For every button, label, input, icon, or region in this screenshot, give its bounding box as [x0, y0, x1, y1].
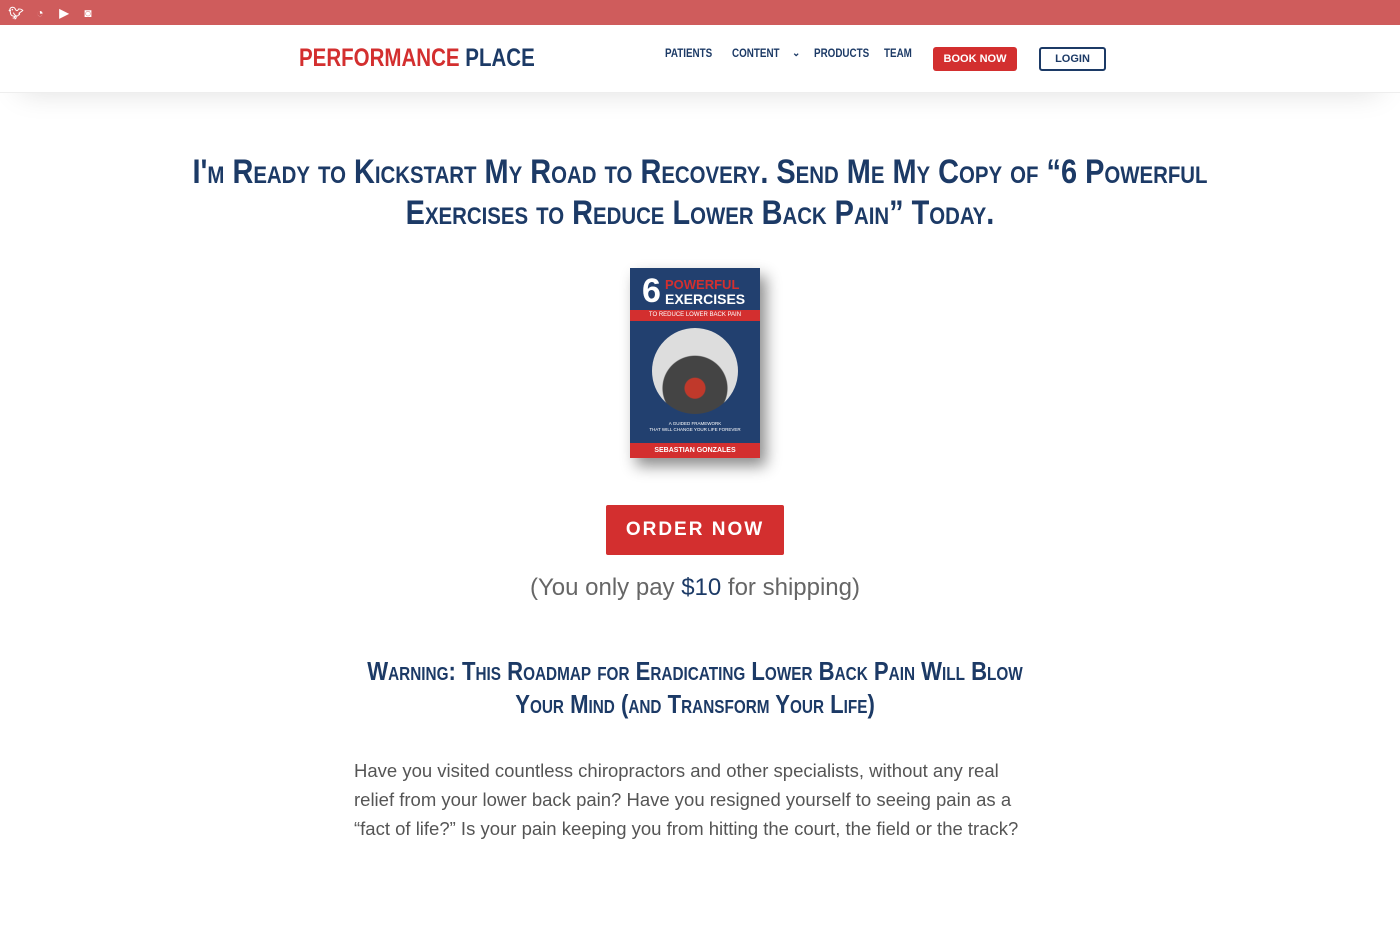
page-title: I'm Ready to Kickstart My Road to Recove…	[192, 153, 1208, 232]
nav-products[interactable]: PRODUCTS	[814, 46, 871, 60]
instagram-icon[interactable]: ◙	[81, 6, 95, 20]
social-bar: 🐦︎ ◔ ▶ ◙	[0, 0, 1400, 25]
site-header: PERFORMANCE PLACE PATIENTS CONTENT ⌄ PRO…	[0, 25, 1400, 93]
book-author: SEBASTIAN GONZALES	[630, 443, 760, 458]
book-now-button[interactable]: BOOK NOW	[933, 47, 1017, 71]
order-now-button[interactable]: ORDER NOW	[606, 505, 784, 555]
main-nav: PATIENTS CONTENT ⌄ PRODUCTS TEAM	[665, 46, 924, 60]
shipping-note: (You only pay $10 for shipping)	[0, 574, 1390, 602]
nav-team[interactable]: TEAM	[884, 46, 917, 60]
logo-part2: PLACE	[465, 44, 535, 72]
book-subtitle: A GUIDED FRAMEWORK THAT WILL CHANGE YOUR …	[630, 421, 760, 433]
body-paragraph: Have you visited countless chiropractors…	[354, 760, 1019, 839]
book-band: TO REDUCE LOWER BACK PAIN	[630, 310, 760, 321]
rss-icon[interactable]: ◔	[33, 6, 47, 20]
logo-part1: PERFORMANCE	[299, 44, 460, 72]
chevron-down-icon[interactable]: ⌄	[792, 48, 814, 59]
logo[interactable]: PERFORMANCE PLACE	[299, 44, 535, 73]
youtube-icon[interactable]: ▶	[57, 6, 71, 20]
book-line1: POWERFUL	[665, 277, 740, 292]
book-line2: EXERCISES	[665, 291, 746, 307]
shipping-price: $10	[681, 574, 722, 601]
ship-post: for shipping)	[721, 574, 860, 601]
book-cover-image: 6 POWERFUL EXERCISES TO REDUCE LOWER BAC…	[630, 268, 760, 458]
book-number: 6	[642, 272, 661, 310]
ship-pre: (You only pay	[529, 574, 682, 601]
nav-content[interactable]: CONTENT	[732, 46, 781, 60]
nav-patients[interactable]: PATIENTS	[665, 46, 720, 60]
book-subtitle2: THAT WILL CHANGE YOUR LIFE FOREVER	[649, 427, 741, 432]
warning-heading: Warning: This Roadmap for Eradicating Lo…	[367, 656, 1023, 719]
book-photo	[652, 328, 738, 414]
login-button[interactable]: LOGIN	[1039, 47, 1106, 71]
twitter-icon[interactable]: 🐦︎	[8, 6, 23, 20]
